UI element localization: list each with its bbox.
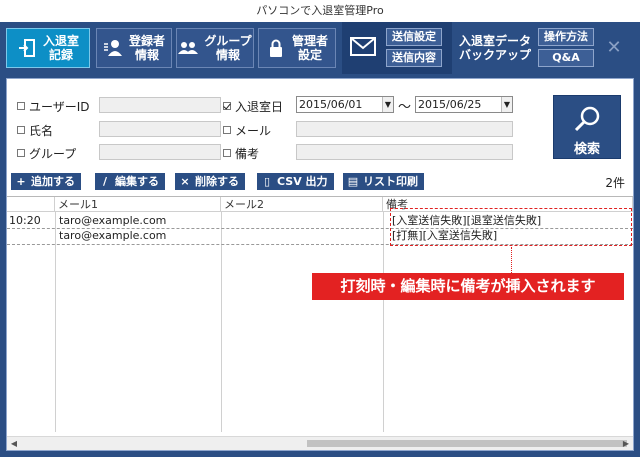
row-mail1: taro@example.com (59, 214, 167, 227)
group-info-label: グループ 情報 (204, 34, 252, 62)
delete-label: 削除する (195, 175, 239, 188)
edit-label: 編集する (115, 175, 159, 188)
search-button[interactable]: 検索 (553, 95, 621, 159)
add-button[interactable]: + 追加する (11, 173, 81, 190)
name-input[interactable] (99, 121, 221, 137)
app-window: パソコンで入退室管理Pro 入退室 記録 登録者 情報 グループ 情報 管理者 … (0, 0, 640, 457)
backup-button[interactable]: 入退室データ バックアップ (456, 28, 534, 68)
admin-settings-label: 管理者 設定 (291, 34, 328, 62)
mail-label: メール (235, 124, 272, 138)
record-count: 2件 (605, 176, 625, 190)
envelope-icon (350, 36, 376, 58)
column-divider (221, 212, 222, 432)
user-id-label: ユーザーID (29, 100, 90, 114)
mail-input[interactable] (296, 121, 513, 137)
add-label: 追加する (31, 175, 75, 188)
qa-button[interactable]: Q&A (538, 49, 594, 67)
room-record-button[interactable]: 入退室 記録 (6, 28, 90, 68)
register-info-label: 登録者 情報 (128, 34, 165, 62)
send-content-button[interactable]: 送信内容 (386, 49, 442, 67)
print-list-button[interactable]: ▤ リスト印刷 (343, 173, 424, 190)
csv-export-button[interactable]: ▯ CSV 出力 (257, 173, 334, 190)
group-checkbox[interactable] (17, 149, 25, 157)
scroll-right-icon[interactable]: ▶ (619, 438, 633, 450)
main-panel: ユーザーID 入退室日 2015/06/01 ▼ 〜 2015/06/25 ▼ … (6, 78, 634, 451)
document-icon: ▯ (263, 175, 271, 188)
date-from-select[interactable]: 2015/06/01 ▼ (296, 96, 394, 113)
group-input[interactable] (99, 144, 221, 160)
backup-label: 入退室データ バックアップ (458, 34, 531, 62)
date-from-value: 2015/06/01 (299, 98, 363, 111)
csv-label: CSV 出力 (277, 175, 328, 188)
scrollbar-thumb[interactable] (307, 440, 627, 447)
annotation-leader-line (511, 247, 512, 273)
group-filter[interactable]: グループ (17, 145, 76, 162)
chevron-down-icon: ▼ (382, 97, 393, 112)
door-exit-icon (17, 38, 37, 58)
lock-icon (266, 38, 286, 58)
magnifier-icon (573, 104, 603, 137)
column-divider (383, 212, 384, 432)
note-input[interactable] (296, 144, 513, 160)
date-label: 入退室日 (235, 100, 284, 114)
pencil-icon: / (102, 175, 108, 188)
horizontal-scrollbar[interactable]: ◀ ▶ (7, 436, 633, 450)
date-to-value: 2015/06/25 (418, 98, 482, 111)
chevron-down-icon: ▼ (501, 97, 512, 112)
mail-filter[interactable]: メール (223, 122, 271, 139)
manual-button[interactable]: 操作方法 (538, 28, 594, 46)
user-card-icon (103, 38, 123, 58)
room-record-label: 入退室 記録 (42, 34, 79, 62)
group-label: グループ (29, 147, 77, 161)
name-checkbox[interactable] (17, 126, 25, 134)
group-icon (178, 38, 199, 58)
cross-icon: × (180, 175, 190, 188)
date-range-separator: 〜 (398, 100, 412, 115)
column-header-mail1[interactable]: メール1 (55, 197, 221, 212)
column-header-time[interactable] (7, 197, 55, 212)
search-form: ユーザーID 入退室日 2015/06/01 ▼ 〜 2015/06/25 ▼ … (7, 79, 633, 171)
search-button-label: 検索 (573, 142, 600, 157)
plus-icon: + (16, 175, 26, 188)
note-label: 備考 (235, 147, 260, 161)
date-to-select[interactable]: 2015/06/25 ▼ (415, 96, 513, 113)
annotation-callout: 打刻時・編集時に備考が挿入されます (312, 273, 624, 300)
date-checkbox[interactable] (223, 102, 231, 110)
print-label: リスト印刷 (363, 175, 418, 188)
user-id-checkbox[interactable] (17, 102, 25, 110)
name-label: 氏名 (29, 124, 54, 138)
register-info-button[interactable]: 登録者 情報 (96, 28, 172, 68)
edit-button[interactable]: / 編集する (95, 173, 165, 190)
title-bar: パソコンで入退室管理Pro (0, 0, 640, 22)
scroll-left-icon[interactable]: ◀ (7, 438, 21, 450)
window-title: パソコンで入退室管理Pro (256, 4, 384, 17)
mail-checkbox[interactable] (223, 126, 231, 134)
row-mail1: taro@example.com (59, 229, 167, 242)
delete-button[interactable]: × 削除する (175, 173, 245, 190)
printer-icon: ▤ (347, 175, 359, 188)
action-toolbar: + 追加する / 編集する × 削除する ▯ CSV 出力 ▤ リスト印刷 2件 (7, 171, 633, 193)
date-filter[interactable]: 入退室日 (223, 98, 283, 115)
user-id-input[interactable] (99, 97, 221, 113)
column-header-mail2[interactable]: メール2 (221, 197, 383, 212)
annotation-highlight-box (390, 208, 632, 246)
main-menu-bar: 入退室 記録 登録者 情報 グループ 情報 管理者 設定 送信設定 送信内容 入… (0, 22, 640, 74)
admin-settings-button[interactable]: 管理者 設定 (258, 28, 336, 68)
group-info-button[interactable]: グループ 情報 (176, 28, 254, 68)
send-settings-button[interactable]: 送信設定 (386, 28, 442, 46)
row-time: 10:20 (9, 214, 41, 227)
name-filter[interactable]: 氏名 (17, 122, 53, 139)
mail-settings-group: 送信設定 送信内容 (342, 22, 452, 74)
column-divider (55, 212, 56, 432)
close-icon[interactable]: ✕ (604, 38, 624, 58)
user-id-filter[interactable]: ユーザーID (17, 98, 90, 115)
note-filter[interactable]: 備考 (223, 145, 259, 162)
note-checkbox[interactable] (223, 149, 231, 157)
